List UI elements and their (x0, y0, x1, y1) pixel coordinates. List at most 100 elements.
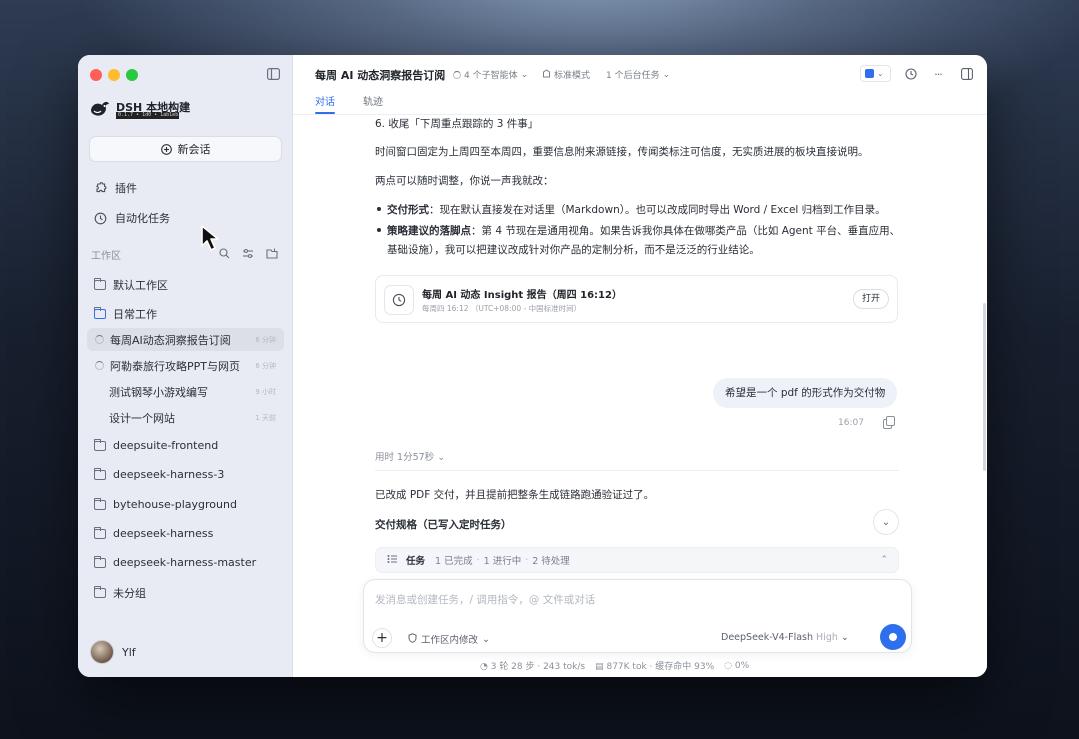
chat-item[interactable]: 测试钢琴小游戏编写 9 小时 (87, 380, 284, 403)
stop-button[interactable] (880, 624, 906, 650)
composer: 发消息或创建任务，/ 调用指令，@ 文件或对话 + 工作区内修改 ⌄ DeepS… (363, 579, 912, 653)
bullet-label: 交付形式 (387, 204, 429, 216)
more-icon[interactable]: ··· (931, 67, 945, 81)
chat-title: 每周AI动态洞察报告订阅 (110, 333, 231, 347)
tokens-label: 877K tok · 缓存命中 93% (606, 662, 715, 672)
bullet-dot (377, 228, 381, 232)
chat-time: 6 分钟 (255, 361, 276, 370)
context-label: 0% (734, 660, 750, 671)
divider (375, 470, 899, 471)
toggle-sidebar-icon[interactable] (266, 67, 280, 81)
background-tasks-chip[interactable]: 1 个后台任务 ⌄ (606, 68, 671, 82)
open-button[interactable]: 打开 (852, 289, 889, 309)
folder-icon (94, 497, 106, 510)
copy-icon[interactable] (883, 416, 895, 429)
thinking-duration[interactable]: 用时 1分57秒 ⌄ (375, 449, 445, 463)
stop-icon (889, 633, 897, 641)
task-running: 1 进行中 (483, 556, 522, 567)
mode-icon (542, 68, 551, 81)
chat-title: 测试钢琴小游戏编写 (109, 385, 208, 399)
avatar (90, 640, 114, 664)
new-folder-icon[interactable] (265, 246, 279, 260)
history-icon[interactable] (904, 67, 918, 81)
task-pending: 2 待处理 (532, 556, 570, 567)
mouse-pointer-icon (199, 224, 227, 254)
new-chat-button[interactable]: 新会话 (89, 136, 282, 162)
message-input[interactable]: 发消息或创建任务，/ 调用指令，@ 文件或对话 (375, 592, 595, 607)
chevron-down-icon: ⌄ (482, 633, 490, 645)
clock-icon (94, 212, 107, 225)
workspace-label: deepseek-harness (113, 527, 214, 540)
zoom-window-button[interactable] (126, 69, 138, 81)
permission-label: 工作区内修改 (421, 635, 479, 646)
task-summary-bar[interactable]: 任务 1 已完成 · 1 进行中 · 2 待处理 ⌃ (375, 547, 899, 573)
assistant-text: 已改成 PDF 交付，并且提前把整条生成链路跑通验证过了。 (375, 489, 655, 501)
folder-icon (94, 526, 106, 539)
collapse-button[interactable]: ⌄ (873, 509, 899, 535)
sidebar: DSH 本地构建 0.1.7 • 1d0 • 1ab1eb133 新会话 插件 … (78, 55, 293, 677)
background-tasks-label: 1 个后台任务 (606, 71, 660, 81)
panel-toggle-icon[interactable] (960, 67, 974, 81)
workspace-label: 日常工作 (113, 308, 157, 321)
assistant-text: 6. 收尾「下周重点跟踪的 3 件事」 (375, 118, 539, 130)
card-title: 每周 AI 动态 Insight 报告（周四 16:12） (422, 290, 622, 301)
chat-item-active[interactable]: 每周AI动态洞察报告订阅 6 分钟 (87, 328, 284, 351)
subagents-chip[interactable]: 4 个子智能体 ⌄ (453, 68, 528, 81)
workspace-item[interactable]: deepseek-harness-3 (94, 467, 225, 481)
close-window-button[interactable] (90, 69, 102, 81)
workspace-item[interactable]: 未分组 (94, 585, 146, 601)
loading-spinner-icon (95, 335, 104, 344)
model-select[interactable]: DeepSeek-V4-Flash High ⌄ (721, 632, 849, 643)
chevron-down-icon: ⌄ (877, 69, 884, 78)
nav-item-plugins[interactable]: 插件 (94, 180, 137, 196)
tab-trace[interactable]: 轨迹 (363, 93, 383, 108)
chevron-up-icon: ⌃ (880, 555, 888, 565)
new-chat-label: 新会话 (177, 143, 211, 156)
workspace-item[interactable]: deepseek-harness (94, 526, 214, 540)
chevron-down-icon: ⌄ (437, 452, 446, 463)
attach-button[interactable]: + (372, 628, 392, 648)
subagents-label: 4 个子智能体 (464, 71, 518, 81)
app-switcher[interactable]: ⌄ (860, 65, 891, 82)
tab-chat[interactable]: 对话 (315, 93, 335, 114)
workspace-label: 未分组 (113, 587, 146, 600)
permission-select[interactable]: 工作区内修改 ⌄ (408, 632, 490, 646)
nav-item-automation[interactable]: 自动化任务 (94, 210, 170, 226)
chat-item[interactable]: 阿勒泰旅行攻略PPT与网页 6 分钟 (87, 354, 284, 377)
workspace-daily[interactable]: 日常工作 (94, 306, 157, 322)
task-label: 任务 (406, 556, 426, 567)
mode-chip[interactable]: 标准模式 (542, 68, 590, 81)
user-profile[interactable]: Ylf (90, 640, 136, 664)
workspace-section-label: 工作区 (91, 251, 121, 262)
card-subtitle: 每周四 16:12 （UTC+08:00 - 中国标准时间） (422, 304, 582, 313)
plus-circle-icon (160, 143, 172, 155)
workspace-item[interactable]: bytehouse-playground (94, 497, 237, 511)
steps-stat: ◔ 3 轮 28 步 · 243 tok/s (480, 659, 585, 672)
bullet-dot (377, 207, 381, 211)
steps-label: 3 轮 28 步 · 243 tok/s (490, 662, 586, 672)
task-list-icon (387, 554, 398, 567)
list-item: 交付形式：现在默认直接发在对话里（Markdown）。也可以改成同时导出 Wor… (375, 201, 905, 220)
workspace-item[interactable]: deepsuite-frontend (94, 438, 218, 452)
user-name: Ylf (122, 645, 136, 659)
folder-icon (94, 586, 106, 598)
workspace-default[interactable]: 默认工作区 (94, 277, 168, 293)
workspace-item[interactable]: deepseek-harness-master (94, 555, 256, 569)
minimize-window-button[interactable] (108, 69, 120, 81)
filter-icon[interactable] (241, 246, 255, 260)
folder-icon (94, 438, 106, 451)
chevron-down-icon: ⌄ (662, 69, 671, 80)
database-icon: ▤ (595, 662, 604, 672)
workspace-label: deepseek-harness-3 (113, 468, 225, 481)
section-heading: 交付规格（已写入定时任务） (375, 519, 512, 531)
status-bar: ◔ 3 轮 28 步 · 243 tok/s ▤ 877K tok · 缓存命中… (480, 659, 750, 673)
loading-spinner-icon (453, 70, 461, 79)
shield-icon (408, 632, 417, 646)
separator: · (525, 554, 529, 566)
chat-item[interactable]: 设计一个网站 1 天前 (87, 406, 284, 429)
duration-label: 用时 1分57秒 (375, 452, 435, 463)
scrollbar[interactable] (983, 303, 986, 471)
chat-time: 9 小时 (255, 387, 276, 396)
scheduled-task-card[interactable]: 每周 AI 动态 Insight 报告（周四 16:12） 每周四 16:12 … (375, 275, 898, 323)
list-item: 策略建议的落脚点：第 4 节现在是通用视角。如果告诉我你具体在做哪类产品（比如 … (375, 222, 905, 260)
